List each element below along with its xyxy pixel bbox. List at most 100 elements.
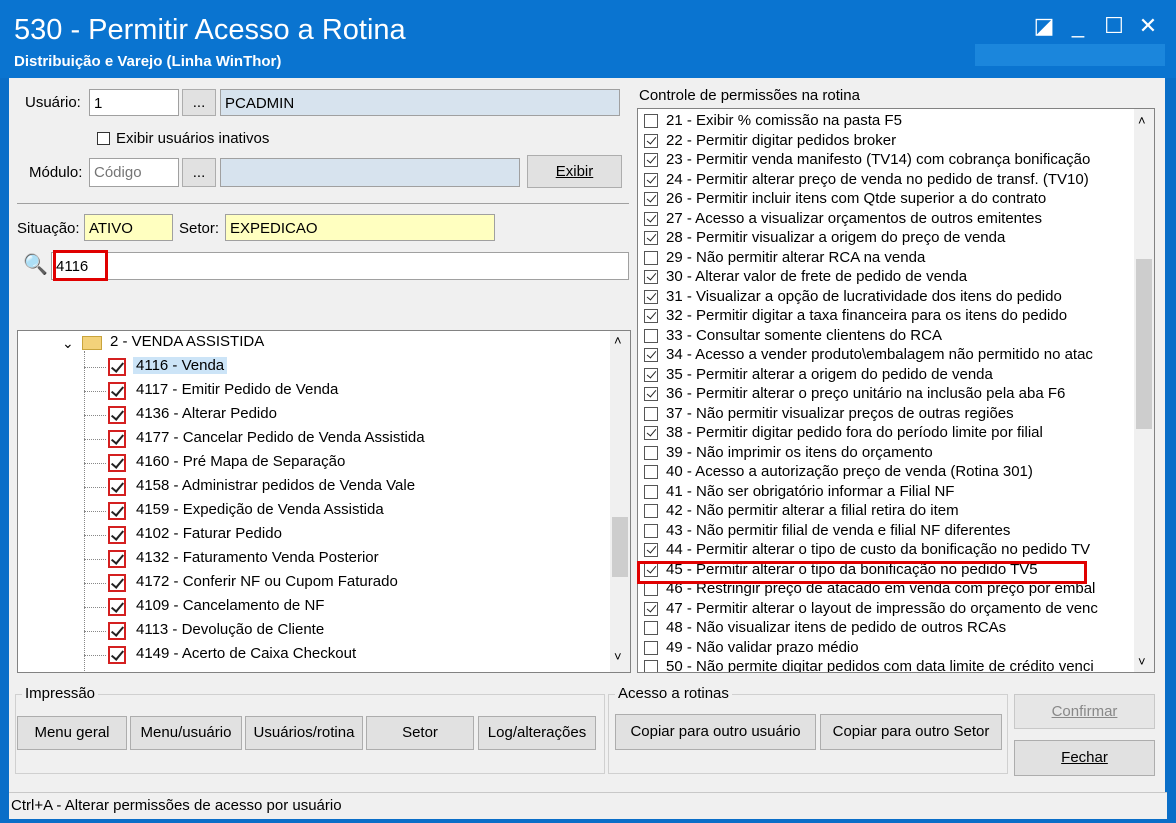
tree-item[interactable]: 4160 - Pré Mapa de Separação xyxy=(18,451,608,475)
permission-checkbox[interactable] xyxy=(644,504,658,518)
scroll-thumb[interactable] xyxy=(1136,259,1152,429)
permission-checkbox[interactable] xyxy=(644,172,658,187)
permission-checkbox[interactable] xyxy=(644,406,658,421)
tree-item[interactable]: 4132 - Faturamento Venda Posterior xyxy=(18,547,608,571)
copy-user-button[interactable]: Copiar para outro usuário xyxy=(615,714,816,750)
permission-item[interactable]: 41 - Não ser obrigatório informar a Fili… xyxy=(638,482,1136,502)
permission-item[interactable]: 50 - Não permite digitar pedidos com dat… xyxy=(638,657,1136,672)
permission-item[interactable]: 34 - Acesso a vender produto\embalagem n… xyxy=(638,345,1136,365)
permission-item[interactable]: 24 - Permitir alterar preço de venda no … xyxy=(638,170,1136,190)
tree-item-checkbox[interactable] xyxy=(108,598,126,616)
permissions-scrollbar[interactable]: ˄ ˅ xyxy=(1134,109,1154,672)
close-icon[interactable]: ✕ xyxy=(1130,12,1166,40)
tree-item[interactable]: 4117 - Emitir Pedido de Venda xyxy=(18,379,608,403)
permission-item[interactable]: 31 - Visualizar a opção de lucratividade… xyxy=(638,287,1136,307)
permission-item[interactable]: 49 - Não validar prazo médio xyxy=(638,638,1136,658)
permission-checkbox[interactable] xyxy=(644,543,658,557)
permission-checkbox[interactable] xyxy=(644,621,658,635)
log-alteracoes-button[interactable]: Log/alterações xyxy=(478,716,596,750)
permission-checkbox[interactable] xyxy=(644,601,658,616)
setor-button[interactable]: Setor xyxy=(366,716,474,750)
permission-checkbox[interactable] xyxy=(644,270,658,284)
tree-item-checkbox[interactable] xyxy=(108,454,126,472)
permission-checkbox[interactable] xyxy=(644,114,658,128)
permission-item[interactable]: 27 - Acesso a visualizar orçamentos de o… xyxy=(638,209,1136,229)
tree-item-checkbox[interactable] xyxy=(108,478,126,496)
permission-checkbox[interactable] xyxy=(644,133,658,148)
permission-item[interactable]: 33 - Consultar somente clientens do RCA xyxy=(638,326,1136,346)
permission-item[interactable]: 28 - Permitir visualizar a origem do pre… xyxy=(638,228,1136,248)
chevron-down-icon[interactable]: ˅ xyxy=(1138,654,1146,669)
permissions-list[interactable]: 21 - Exibir % comissão na pasta F5 22 - P… xyxy=(637,108,1155,673)
tree-item[interactable]: 4109 - Cancelamento de NF xyxy=(18,595,608,619)
tree-item[interactable]: 4102 - Faturar Pedido xyxy=(18,523,608,547)
menu-usuario-button[interactable]: Menu/usuário xyxy=(130,716,242,750)
permission-item[interactable]: 38 - Permitir digitar pedido fora do per… xyxy=(638,423,1136,443)
permission-item[interactable]: 40 - Acesso a autorização preço de venda… xyxy=(638,462,1136,482)
tree-item-checkbox[interactable] xyxy=(108,574,126,592)
tree-item[interactable]: 4177 - Cancelar Pedido de Venda Assistid… xyxy=(18,427,608,451)
exibir-button[interactable]: Exibir xyxy=(527,155,622,188)
tree-item[interactable]: 4116 - Venda xyxy=(18,355,608,379)
user-browse-button[interactable]: ... xyxy=(182,89,216,116)
permission-item[interactable]: 36 - Permitir alterar o preço unitário n… xyxy=(638,384,1136,404)
tree-item[interactable]: 4159 - Expedição de Venda Assistida xyxy=(18,499,608,523)
permission-checkbox[interactable] xyxy=(644,250,658,265)
permission-item[interactable]: 26 - Permitir incluir itens com Qtde sup… xyxy=(638,189,1136,209)
permission-checkbox[interactable] xyxy=(644,660,658,672)
restore-icon[interactable]: ◪ xyxy=(1026,12,1062,40)
chevron-up-icon[interactable]: ˄ xyxy=(614,333,622,348)
tree-item-checkbox[interactable] xyxy=(108,646,126,664)
tree-item-checkbox[interactable] xyxy=(108,358,126,376)
permission-item[interactable]: 30 - Alterar valor de frete de pedido de… xyxy=(638,267,1136,287)
permission-checkbox[interactable] xyxy=(644,328,658,343)
permission-checkbox[interactable] xyxy=(644,582,658,596)
chevron-down-icon[interactable]: ˅ xyxy=(614,649,622,664)
routine-tree[interactable]: ⌄ 2 - VENDA ASSISTIDA 4116 - Venda 4117 -… xyxy=(17,330,631,673)
permission-item[interactable]: 47 - Permitir alterar o layout de impres… xyxy=(638,599,1136,619)
user-code-field[interactable]: 1 xyxy=(89,89,179,116)
permission-checkbox[interactable] xyxy=(644,289,658,304)
permission-item[interactable]: 23 - Permitir venda manifesto (TV14) com… xyxy=(638,150,1136,170)
permission-checkbox[interactable] xyxy=(644,523,658,538)
minimize-icon[interactable]: _ xyxy=(1060,12,1096,40)
chevron-up-icon[interactable]: ˄ xyxy=(1138,113,1146,128)
tree-item-checkbox[interactable] xyxy=(108,502,126,520)
permission-checkbox[interactable] xyxy=(644,640,658,655)
permission-checkbox[interactable] xyxy=(644,387,658,401)
permission-item[interactable]: 42 - Não permitir alterar a filial retir… xyxy=(638,501,1136,521)
tree-item-checkbox[interactable] xyxy=(108,382,126,400)
permission-checkbox[interactable] xyxy=(644,465,658,479)
module-browse-button[interactable]: ... xyxy=(182,158,216,187)
permission-item[interactable]: 43 - Não permitir filial de venda e fili… xyxy=(638,521,1136,541)
permission-item[interactable]: 48 - Não visualizar itens de pedido de o… xyxy=(638,618,1136,638)
permission-checkbox[interactable] xyxy=(644,367,658,382)
chevron-down-icon[interactable]: ⌄ xyxy=(62,335,74,352)
tree-item-checkbox[interactable] xyxy=(108,430,126,448)
close-button[interactable]: Fechar xyxy=(1014,740,1155,776)
permission-checkbox[interactable] xyxy=(644,309,658,323)
permission-checkbox[interactable] xyxy=(644,192,658,206)
permission-item[interactable]: 37 - Não permitir visualizar preços de o… xyxy=(638,404,1136,424)
tree-item[interactable]: 4158 - Administrar pedidos de Venda Vale xyxy=(18,475,608,499)
tree-item-checkbox[interactable] xyxy=(108,622,126,640)
search-input[interactable]: 4116 xyxy=(51,252,629,280)
maximize-icon[interactable]: ☐ xyxy=(1096,12,1132,40)
tree-item[interactable]: 4149 - Acerto de Caixa Checkout xyxy=(18,643,608,667)
menu-geral-button[interactable]: Menu geral xyxy=(17,716,127,750)
usuarios-rotina-button[interactable]: Usuários/rotina xyxy=(245,716,363,750)
confirm-button[interactable]: Confirmar xyxy=(1014,694,1155,729)
tree-item[interactable]: 4113 - Devolução de Cliente xyxy=(18,619,608,643)
permission-checkbox[interactable] xyxy=(644,426,658,440)
permission-checkbox[interactable] xyxy=(644,153,658,167)
scroll-thumb[interactable] xyxy=(612,517,628,577)
module-code-input[interactable] xyxy=(89,158,179,187)
tree-item[interactable]: 4136 - Alterar Pedido xyxy=(18,403,608,427)
tree-item-checkbox[interactable] xyxy=(108,526,126,544)
permission-item[interactable]: 39 - Não imprimir os itens do orçamento xyxy=(638,443,1136,463)
permission-item[interactable]: 29 - Não permitir alterar RCA na venda xyxy=(638,248,1136,268)
tree-item-checkbox[interactable] xyxy=(108,406,126,424)
tree-item-checkbox[interactable] xyxy=(108,550,126,568)
permission-checkbox[interactable] xyxy=(644,445,658,460)
permission-checkbox[interactable] xyxy=(644,348,658,362)
